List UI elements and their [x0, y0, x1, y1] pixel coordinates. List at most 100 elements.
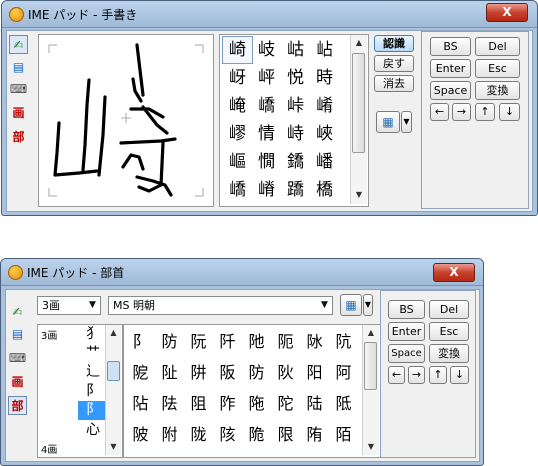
- close-button[interactable]: X: [486, 3, 528, 22]
- candidate-char[interactable]: 阺: [329, 391, 358, 417]
- candidate-char[interactable]: 陁: [242, 391, 271, 417]
- radical-item[interactable]: 阝: [78, 382, 108, 401]
- candidate-char[interactable]: 嵺: [223, 121, 252, 147]
- software-keyboard-icon[interactable]: ⌨: [9, 79, 28, 98]
- candidate-char[interactable]: 阨: [271, 329, 300, 355]
- candidate-char[interactable]: 阹: [155, 391, 184, 417]
- candidate-scrollbar[interactable]: ▲ ▼: [362, 325, 379, 455]
- candidate-char[interactable]: 阼: [213, 391, 242, 417]
- candidate-char[interactable]: 阸: [126, 360, 155, 386]
- space-key[interactable]: Space: [430, 81, 471, 100]
- options-dropdown-arrow[interactable]: ▼: [363, 294, 373, 316]
- candidate-char[interactable]: 陏: [300, 422, 329, 448]
- arrow-up-key[interactable]: ↑: [429, 366, 447, 384]
- arrow-right-key[interactable]: →: [452, 103, 471, 121]
- radical-item[interactable]: 心: [78, 421, 108, 440]
- candidate-char[interactable]: 嶇: [223, 149, 252, 175]
- candidate-char[interactable]: 阳: [300, 360, 329, 386]
- character-list-icon[interactable]: ▤: [8, 324, 27, 343]
- candidate-char[interactable]: 阤: [242, 329, 271, 355]
- candidate-char[interactable]: 陔: [213, 422, 242, 448]
- radical-scrollbar[interactable]: ▲ ▼: [105, 325, 121, 455]
- candidate-char[interactable]: 阪: [213, 360, 242, 386]
- handwriting-canvas[interactable]: [38, 34, 214, 207]
- enter-key[interactable]: Enter: [430, 59, 471, 78]
- scroll-down-arrow-icon[interactable]: ▼: [106, 439, 121, 455]
- scroll-down-arrow-icon[interactable]: ▼: [351, 187, 367, 203]
- candidate-char[interactable]: 阡: [213, 329, 242, 355]
- candidate-char[interactable]: 阬: [329, 329, 358, 355]
- candidate-char[interactable]: 阽: [126, 391, 155, 417]
- enter-key[interactable]: Enter: [388, 322, 425, 341]
- candidate-char[interactable]: 阦: [271, 360, 300, 386]
- candidate-char[interactable]: 崦: [223, 93, 252, 119]
- options-dropdown-arrow[interactable]: ▼: [401, 111, 412, 133]
- options-button[interactable]: ▦: [340, 294, 362, 316]
- candidate-char[interactable]: 嶓: [310, 149, 339, 175]
- escape-key[interactable]: Esc: [475, 59, 520, 78]
- candidate-char[interactable]: 陆: [300, 391, 329, 417]
- candidate-char[interactable]: 阝: [126, 329, 155, 355]
- scroll-up-arrow-icon[interactable]: ▲: [351, 35, 367, 51]
- radical-item[interactable]: 犭: [78, 325, 108, 344]
- backspace-key[interactable]: BS: [388, 300, 425, 319]
- candidate-char[interactable]: 阱: [184, 360, 213, 386]
- escape-key[interactable]: Esc: [429, 322, 469, 341]
- undo-button[interactable]: 戻す: [374, 55, 414, 72]
- candidate-char[interactable]: 岈: [223, 65, 252, 91]
- convert-key[interactable]: 変換: [475, 81, 520, 100]
- stroke-count-tool[interactable]: 画: [9, 103, 28, 122]
- candidate-char[interactable]: 峠: [281, 93, 310, 119]
- scroll-thumb[interactable]: [107, 361, 120, 381]
- arrow-right-key[interactable]: →: [408, 366, 425, 384]
- candidate-char[interactable]: 阮: [184, 329, 213, 355]
- handwriting-tool-icon[interactable]: ✍: [9, 35, 28, 54]
- candidate-char[interactable]: 峽: [310, 121, 339, 147]
- candidate-char[interactable]: 崤: [310, 93, 339, 119]
- arrow-left-key[interactable]: ←: [388, 366, 405, 384]
- candidate-char[interactable]: 陀: [271, 391, 300, 417]
- radical-tool[interactable]: 部: [9, 127, 28, 146]
- handwriting-tool-icon[interactable]: ✍: [8, 302, 27, 321]
- candidate-char[interactable]: 陇: [184, 422, 213, 448]
- candidate-char[interactable]: 岐: [252, 37, 281, 63]
- candidate-char[interactable]: 憪: [252, 149, 281, 175]
- candidate-char[interactable]: 橋: [310, 177, 339, 203]
- scroll-up-arrow-icon[interactable]: ▲: [363, 325, 379, 341]
- recognize-button[interactable]: 認識: [374, 35, 414, 52]
- candidate-char[interactable]: 阯: [155, 360, 184, 386]
- candidate-char[interactable]: 嵴: [252, 177, 281, 203]
- delete-key[interactable]: Del: [429, 300, 469, 319]
- candidate-char[interactable]: 岾: [310, 37, 339, 63]
- candidate-char[interactable]: 限: [271, 422, 300, 448]
- candidate-scrollbar[interactable]: ▲ ▼: [350, 35, 367, 204]
- candidate-char[interactable]: 陒: [242, 422, 271, 448]
- candidate-char[interactable]: 鐈: [281, 149, 310, 175]
- clear-button[interactable]: 消去: [374, 75, 414, 92]
- candidate-char[interactable]: 峙: [281, 121, 310, 147]
- convert-key[interactable]: 変換: [429, 344, 469, 363]
- stroke-count-tool[interactable]: 画: [8, 372, 27, 391]
- radical-item[interactable]: 艹: [78, 344, 108, 363]
- candidate-char[interactable]: 阥: [300, 329, 329, 355]
- arrow-down-key[interactable]: ↓: [450, 366, 469, 384]
- candidate-char[interactable]: 嶠: [252, 93, 281, 119]
- candidate-char[interactable]: 岼: [252, 65, 281, 91]
- candidate-char[interactable]: 附: [155, 422, 184, 448]
- scroll-up-arrow-icon[interactable]: ▲: [106, 325, 121, 341]
- candidate-char[interactable]: 蹻: [281, 177, 310, 203]
- candidate-char[interactable]: 防: [155, 329, 184, 355]
- font-select[interactable]: MS 明朝 ▼: [108, 296, 333, 315]
- candidate-char[interactable]: 阿: [329, 360, 358, 386]
- arrow-left-key[interactable]: ←: [430, 103, 449, 121]
- candidate-char[interactable]: 情: [252, 121, 281, 147]
- candidate-char[interactable]: 陂: [126, 422, 155, 448]
- candidate-char[interactable]: 防: [242, 360, 271, 386]
- radical-item[interactable]: 辶: [78, 363, 108, 382]
- candidate-char[interactable]: 岵: [281, 37, 310, 63]
- backspace-key[interactable]: BS: [430, 37, 471, 56]
- arrow-down-key[interactable]: ↓: [499, 103, 520, 121]
- character-list-icon[interactable]: ▤: [9, 57, 28, 76]
- options-button[interactable]: ▦: [376, 111, 400, 133]
- scroll-thumb[interactable]: [364, 342, 377, 390]
